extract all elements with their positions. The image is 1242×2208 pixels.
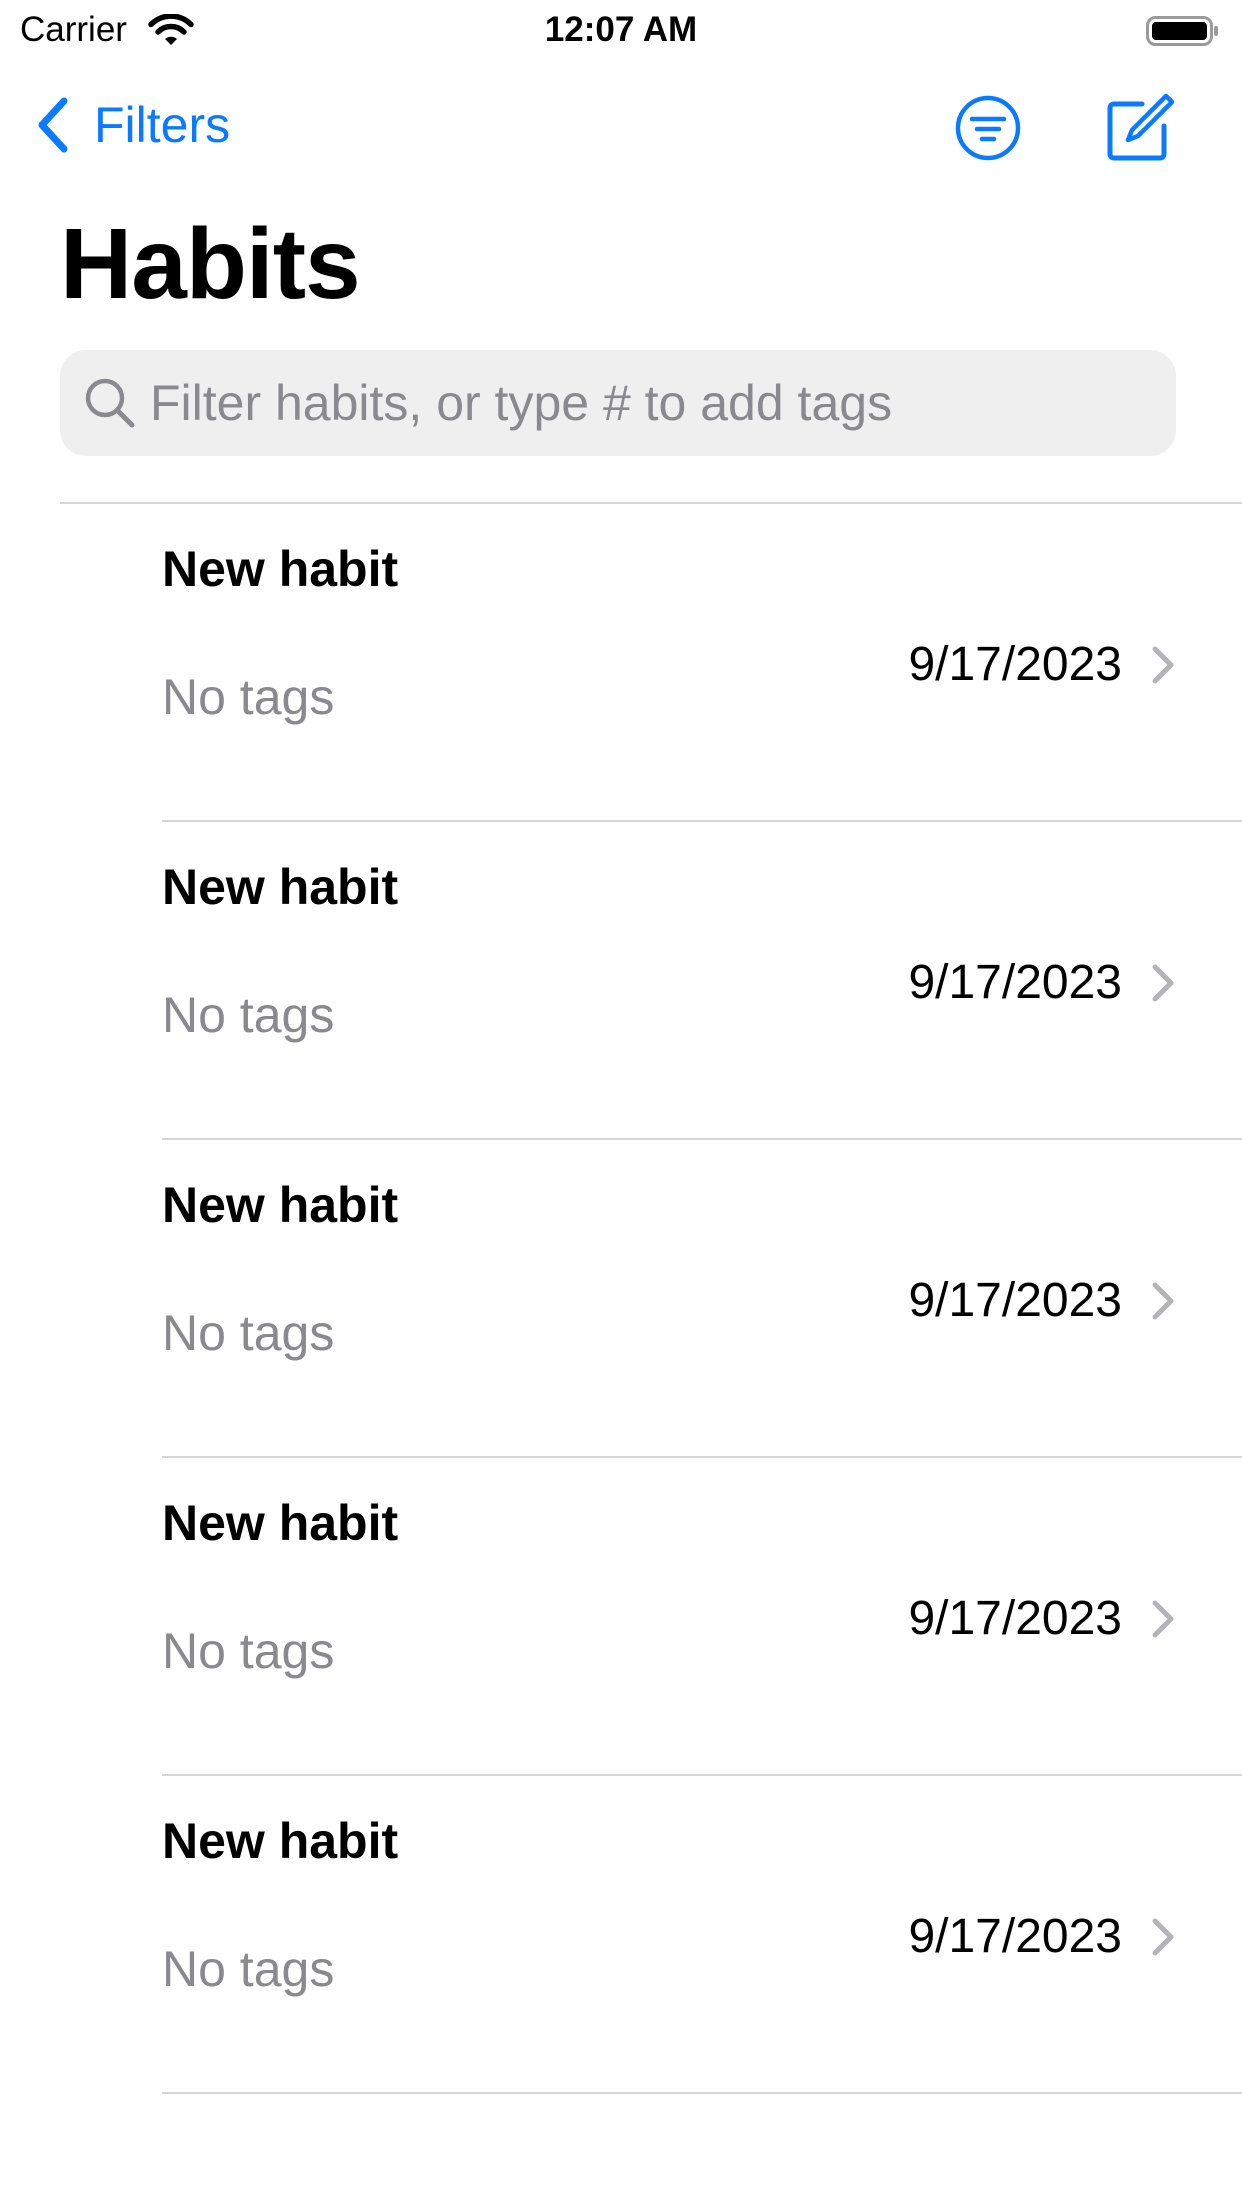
habit-tags: No tags — [162, 1941, 335, 1997]
status-time: 12:07 AM — [544, 10, 698, 49]
page-title: Habits — [60, 208, 361, 320]
habit-title: New habit — [162, 541, 399, 597]
list-item[interactable]: New habit No tags 9/17/2023 — [0, 504, 1242, 822]
habit-title: New habit — [162, 1813, 399, 1869]
back-button[interactable]: Filters — [34, 92, 230, 158]
back-button-label: Filters — [94, 97, 231, 153]
habit-title: New habit — [162, 1495, 399, 1551]
habit-tags: No tags — [162, 669, 335, 725]
list-item[interactable]: New habit No tags 9/17/2023 — [0, 1140, 1242, 1458]
list-item[interactable]: New habit No tags 9/17/2023 — [0, 822, 1242, 1140]
chevron-right-icon — [1152, 646, 1174, 684]
habit-tags: No tags — [162, 1305, 335, 1361]
habit-tags: No tags — [162, 987, 335, 1043]
habit-date: 9/17/2023 — [908, 1910, 1122, 1963]
search-field[interactable] — [60, 350, 1176, 456]
search-input[interactable] — [150, 368, 1176, 438]
status-bar: Carrier 12:07 AM — [0, 0, 1242, 60]
habit-date: 9/17/2023 — [908, 1274, 1122, 1327]
habit-title: New habit — [162, 859, 399, 915]
chevron-right-icon — [1152, 964, 1174, 1002]
list-item[interactable]: New habit No tags 9/17/2023 — [0, 1458, 1242, 1776]
chevron-left-icon — [38, 97, 68, 153]
habit-date: 9/17/2023 — [908, 956, 1122, 1009]
habit-date: 9/17/2023 — [908, 638, 1122, 691]
habit-date: 9/17/2023 — [908, 1592, 1122, 1645]
habit-list: New habit No tags 9/17/2023 New habit No… — [0, 504, 1242, 2094]
list-item[interactable]: New habit No tags 9/17/2023 — [0, 1776, 1242, 2094]
habit-title: New habit — [162, 1177, 399, 1233]
chevron-right-icon — [1152, 1918, 1174, 1956]
chevron-right-icon — [1152, 1282, 1174, 1320]
row-divider — [162, 2092, 1242, 2094]
habit-tags: No tags — [162, 1623, 335, 1679]
chevron-right-icon — [1152, 1600, 1174, 1638]
filter-circle-icon[interactable] — [954, 94, 1022, 162]
battery-icon — [1146, 16, 1218, 46]
search-icon — [85, 378, 135, 428]
compose-icon[interactable] — [1104, 92, 1176, 164]
